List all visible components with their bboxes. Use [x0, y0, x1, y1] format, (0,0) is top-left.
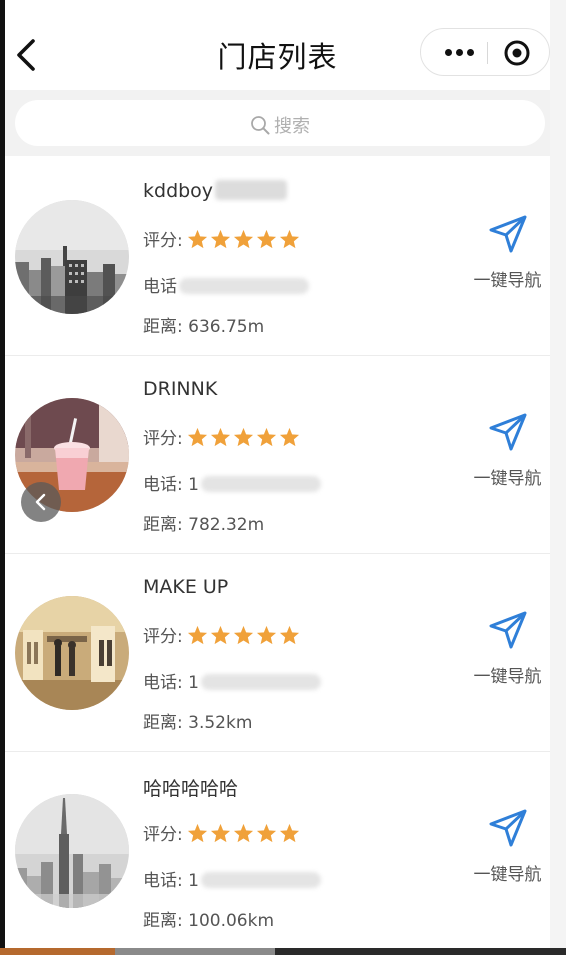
- store-item[interactable]: MAKE UP 评分: 电话: 1 距离: 3.52km 一键导航: [5, 554, 550, 752]
- rating-row: 评分:: [143, 226, 302, 254]
- store-image-foggy-city: [15, 794, 129, 908]
- navigation-bar: 门店列表: [5, 0, 550, 95]
- star-icon: [210, 427, 230, 447]
- phone-visible-digit: 1: [188, 673, 199, 693]
- store-name: MAKE UP: [143, 576, 229, 598]
- store-image-boutique: [15, 596, 129, 710]
- distance-value: 636.75m: [188, 317, 265, 337]
- navigate-button[interactable]: 一键导航: [465, 214, 550, 294]
- phone-label: 电话:: [143, 871, 183, 891]
- store-name: 哈哈哈哈哈: [143, 778, 239, 800]
- target-circle-icon[interactable]: [501, 37, 533, 69]
- search-placeholder: 搜索: [274, 116, 310, 137]
- phone-row: 电话: 1: [143, 668, 321, 693]
- star-icon: [279, 625, 299, 645]
- navigate-button[interactable]: 一键导航: [465, 412, 550, 492]
- rating-label: 评分:: [143, 429, 183, 449]
- star-icon: [256, 823, 276, 843]
- floating-back-icon[interactable]: [21, 482, 61, 522]
- phone-label: 电话:: [143, 673, 183, 693]
- phone-row: 电话: 1: [143, 470, 321, 495]
- store-list: kddboy 评分: 电话 距离: 636.75m 一键导航 DRINNK 评分…: [5, 158, 550, 950]
- star-icon: [279, 229, 299, 249]
- distance-label: 距离:: [143, 911, 183, 931]
- store-name: kddboy: [143, 180, 288, 202]
- navigate-label: 一键导航: [473, 865, 542, 885]
- distance-label: 距离:: [143, 713, 183, 733]
- navigate-label: 一键导航: [473, 469, 542, 489]
- phone-row: 电话: 1: [143, 866, 321, 891]
- star-icon: [279, 823, 299, 843]
- distance-value: 100.06km: [188, 911, 275, 931]
- star-icon: [210, 823, 230, 843]
- send-arrow-icon: [489, 413, 526, 451]
- star-icon: [279, 427, 299, 447]
- distance-label: 距离:: [143, 515, 183, 535]
- star-rating: [187, 229, 302, 254]
- navigate-button[interactable]: 一键导航: [465, 808, 550, 888]
- star-icon: [187, 229, 207, 249]
- distance-value: 3.52km: [188, 713, 253, 733]
- phone-label: 电话: [143, 277, 177, 297]
- distance-row: 距离: 100.06km: [143, 906, 274, 931]
- star-icon: [210, 625, 230, 645]
- blurred-name-suffix: [215, 180, 288, 200]
- star-rating: [187, 427, 302, 452]
- phone-number-blurred: [200, 872, 321, 888]
- store-item[interactable]: 哈哈哈哈哈 评分: 电话: 1 距离: 100.06km 一键导航: [5, 752, 550, 950]
- bottom-edge-strip: [0, 948, 566, 955]
- star-rating: [187, 625, 302, 650]
- star-icon: [233, 229, 253, 249]
- star-icon: [233, 625, 253, 645]
- phone-visible-digit: 1: [188, 871, 199, 891]
- mini-program-capsule: [420, 28, 550, 76]
- star-icon: [210, 229, 230, 249]
- rating-row: 评分:: [143, 622, 302, 650]
- send-arrow-icon: [489, 215, 526, 253]
- search-bar: 搜索: [5, 90, 550, 156]
- rating-label: 评分:: [143, 627, 183, 647]
- rating-row: 评分:: [143, 820, 302, 848]
- capsule-divider: [487, 42, 488, 64]
- rating-label: 评分:: [143, 825, 183, 845]
- distance-value: 782.32m: [188, 515, 265, 535]
- star-rating: [187, 823, 302, 848]
- navigate-label: 一键导航: [473, 667, 542, 687]
- phone-number-blurred: [179, 278, 309, 294]
- star-icon: [256, 427, 276, 447]
- phone-number-blurred: [200, 476, 321, 492]
- distance-label: 距离:: [143, 317, 183, 337]
- navigate-label: 一键导航: [473, 271, 542, 291]
- send-arrow-icon: [489, 611, 526, 649]
- star-icon: [187, 625, 207, 645]
- rating-label: 评分:: [143, 231, 183, 251]
- phone-row: 电话: [143, 272, 309, 297]
- phone-visible-digit: 1: [188, 475, 199, 495]
- navigate-button[interactable]: 一键导航: [465, 610, 550, 690]
- phone-number-blurred: [200, 674, 321, 690]
- store-name: DRINNK: [143, 378, 218, 400]
- search-icon: [251, 116, 270, 135]
- star-icon: [233, 823, 253, 843]
- star-icon: [187, 823, 207, 843]
- star-icon: [187, 427, 207, 447]
- search-input[interactable]: 搜索: [15, 100, 545, 146]
- more-dots-icon[interactable]: [433, 29, 485, 75]
- store-item[interactable]: DRINNK 评分: 电话: 1 距离: 782.32m 一键导航: [5, 356, 550, 554]
- star-icon: [233, 427, 253, 447]
- phone-label: 电话:: [143, 475, 183, 495]
- star-icon: [256, 229, 276, 249]
- distance-row: 距离: 782.32m: [143, 510, 264, 535]
- distance-row: 距离: 636.75m: [143, 312, 264, 337]
- send-arrow-icon: [489, 809, 526, 847]
- screen-edge-right: [550, 0, 566, 955]
- rating-row: 评分:: [143, 424, 302, 452]
- star-icon: [256, 625, 276, 645]
- distance-row: 距离: 3.52km: [143, 708, 252, 733]
- store-image-city-skyline: [15, 200, 129, 314]
- store-item[interactable]: kddboy 评分: 电话 距离: 636.75m 一键导航: [5, 158, 550, 356]
